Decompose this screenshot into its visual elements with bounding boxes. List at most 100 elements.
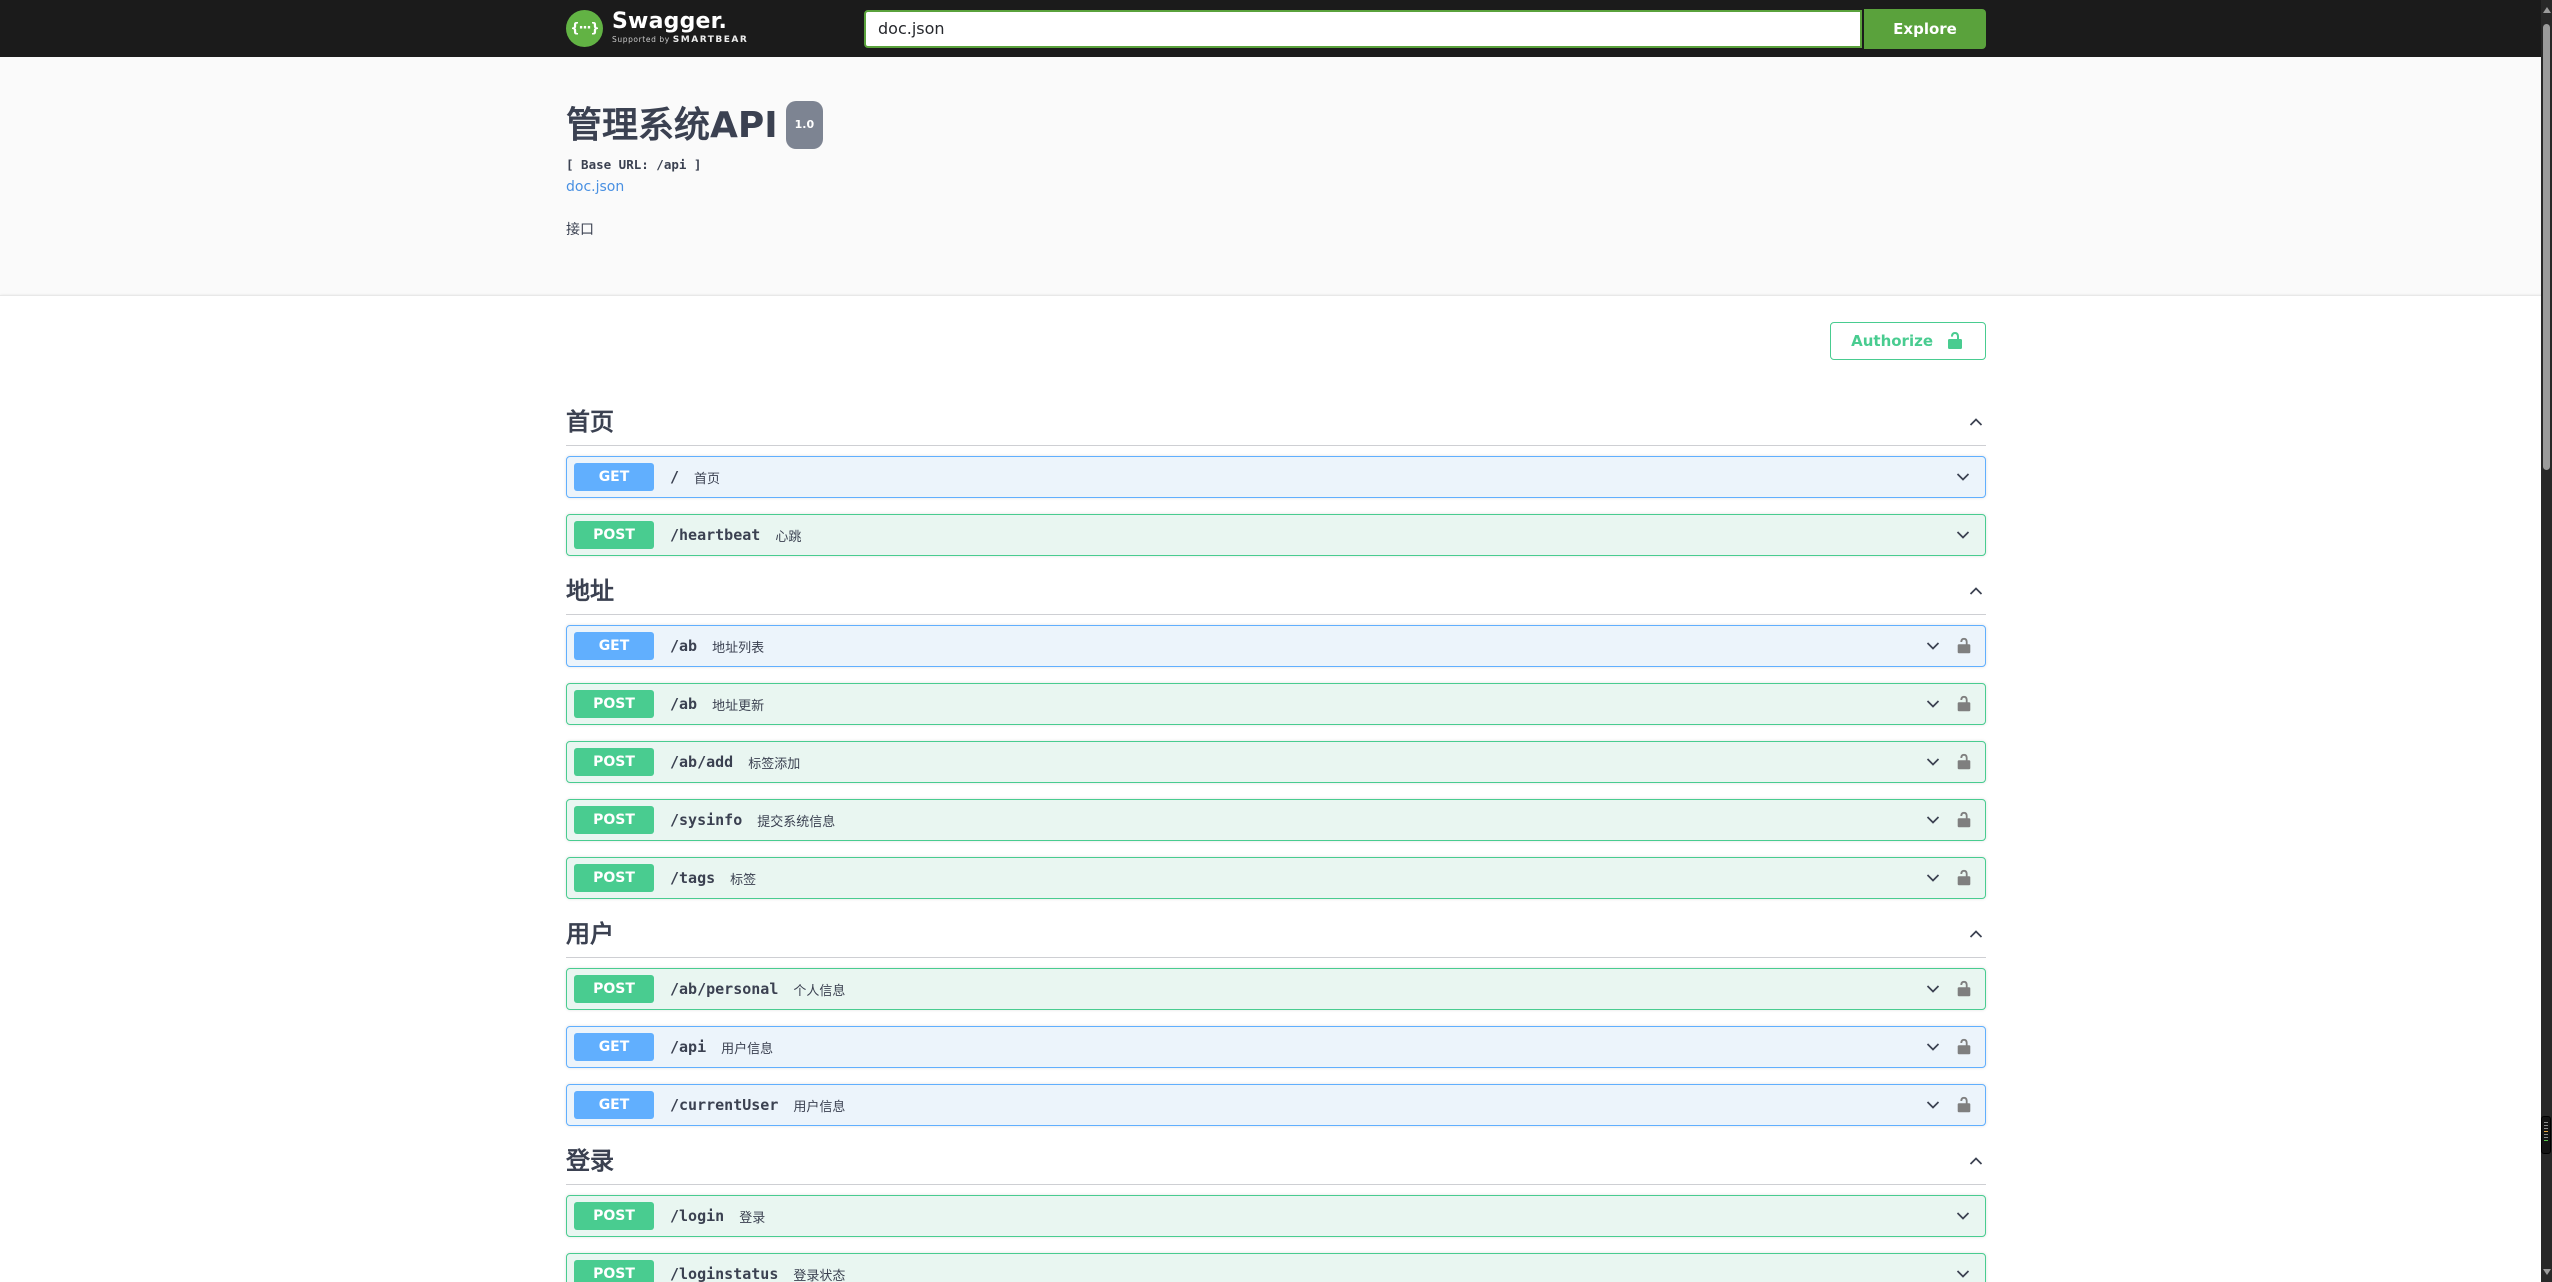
method-badge: GET	[574, 632, 654, 660]
lock-icon[interactable]	[1955, 753, 1973, 771]
api-tag-section: 首页 GET / 首页 POST/heartbeat 心跳	[566, 407, 1986, 556]
chevron-up-icon[interactable]	[1966, 412, 1986, 432]
operation-path: /ab/personal	[670, 980, 779, 998]
method-badge: POST	[574, 1260, 654, 1282]
chevron-down-icon[interactable]	[1923, 1037, 1943, 1057]
info-section: 管理系统API 1.0 [ Base URL: /api ] doc.json 接…	[0, 57, 2552, 295]
method-badge: POST	[574, 521, 654, 549]
operation-summary: 地址更新	[712, 698, 765, 714]
operation-summary: 用户信息	[721, 1041, 774, 1057]
topbar: {···} Swagger. Supported by SMARTBEAR Ex…	[0, 0, 2552, 57]
operation-path: /login	[670, 1207, 725, 1225]
operation-row[interactable]: GET / 首页	[566, 456, 1986, 498]
swagger-logo[interactable]: {···} Swagger. Supported by SMARTBEAR	[566, 10, 748, 47]
operation-row[interactable]: POST/heartbeat 心跳	[566, 514, 1986, 556]
operation-path: /ab	[670, 637, 698, 655]
operation-summary: 首页	[694, 471, 721, 487]
operation-path: /ab/add	[670, 753, 734, 771]
operation-row[interactable]: POST/loginstatus 登录状态	[566, 1253, 1986, 1282]
operation-row[interactable]: POST/login 登录	[566, 1195, 1986, 1237]
operation-summary: 登录	[739, 1210, 766, 1226]
spec-url-input[interactable]	[864, 9, 1862, 48]
method-badge: GET	[574, 463, 654, 491]
api-description: 接口	[566, 222, 594, 238]
api-tag-section: 登录 POST/login 登录 POST/loginstatus 登录状态	[566, 1146, 1986, 1282]
operation-path: /tags	[670, 869, 716, 887]
logo-title: Swagger.	[612, 9, 728, 34]
chevron-down-icon[interactable]	[1923, 979, 1943, 999]
method-badge: GET	[574, 1033, 654, 1061]
explore-button[interactable]: Explore	[1864, 8, 1986, 49]
operation-row[interactable]: GET/ab 地址列表	[566, 625, 1986, 667]
lock-icon[interactable]	[1955, 637, 1973, 655]
operation-path: /currentUser	[670, 1096, 779, 1114]
method-badge: POST	[574, 975, 654, 1003]
operation-summary: 提交系统信息	[757, 814, 836, 830]
method-badge: POST	[574, 690, 654, 718]
chevron-up-icon[interactable]	[1966, 1151, 1986, 1171]
scheme-container: Authorize	[0, 295, 2552, 385]
chevron-up-icon[interactable]	[1966, 924, 1986, 944]
operation-summary: 心跳	[775, 529, 802, 545]
chevron-down-icon[interactable]	[1923, 752, 1943, 772]
scrollbar-down-arrow-icon[interactable]	[2542, 1269, 2551, 1275]
lock-icon[interactable]	[1955, 1096, 1973, 1114]
chevron-down-icon[interactable]	[1923, 636, 1943, 656]
lock-icon[interactable]	[1955, 1038, 1973, 1056]
page-title: 管理系统API 1.0	[566, 101, 1986, 153]
scrollbar-up-arrow-icon[interactable]	[2542, 7, 2551, 13]
api-tag-section: 用户 POST/ab/personal 个人信息 GET/api 用户信息 GET/cur…	[566, 919, 1986, 1126]
operations-area: 首页 GET / 首页 POST/heartbeat 心跳地址 GET/ab 地址列表 POST…	[0, 385, 2552, 1282]
section-title: 登录	[566, 1147, 614, 1175]
scrollbar-thumb[interactable]	[2543, 24, 2550, 470]
lock-icon[interactable]	[1955, 869, 1973, 887]
method-badge: POST	[574, 806, 654, 834]
method-badge: POST	[574, 1202, 654, 1230]
chevron-down-icon[interactable]	[1923, 1095, 1943, 1115]
operation-summary: 个人信息	[793, 983, 846, 999]
operation-row[interactable]: POST/ab/add 标签添加	[566, 741, 1986, 783]
operations-root: 首页 GET / 首页 POST/heartbeat 心跳地址 GET/ab 地址列表 POST…	[546, 407, 2006, 1282]
chevron-down-icon[interactable]	[1953, 467, 1973, 487]
chevron-down-icon[interactable]	[1953, 1206, 1973, 1226]
scrollbar-track[interactable]	[2541, 0, 2552, 1282]
swagger-logo-icon: {···}	[566, 10, 603, 47]
section-header[interactable]: 用户	[566, 919, 1986, 958]
chevron-up-icon[interactable]	[1966, 581, 1986, 601]
section-title: 用户	[566, 920, 614, 948]
section-title: 地址	[566, 577, 614, 605]
operation-row[interactable]: GET/currentUser 用户信息	[566, 1084, 1986, 1126]
logo-tagline: Supported by SMARTBEAR	[612, 35, 749, 45]
chevron-down-icon[interactable]	[1923, 694, 1943, 714]
method-badge: POST	[574, 748, 654, 776]
operation-row[interactable]: POST/ab/personal 个人信息	[566, 968, 1986, 1010]
section-title: 首页	[566, 408, 614, 436]
method-badge: GET	[574, 1091, 654, 1119]
lock-icon[interactable]	[1955, 980, 1973, 998]
section-header[interactable]: 登录	[566, 1146, 1986, 1185]
chevron-down-icon[interactable]	[1953, 1264, 1973, 1282]
explore-form: Explore	[864, 8, 1986, 49]
chevron-down-icon[interactable]	[1953, 525, 1973, 545]
scrollbar-minimap	[2541, 1116, 2551, 1154]
operation-summary: 标签添加	[748, 756, 801, 772]
section-header[interactable]: 地址	[566, 576, 1986, 615]
chevron-down-icon[interactable]	[1923, 868, 1943, 888]
authorize-button[interactable]: Authorize	[1830, 321, 1986, 360]
chevron-down-icon[interactable]	[1923, 810, 1943, 830]
lock-icon[interactable]	[1955, 811, 1973, 829]
authorize-label: Authorize	[1851, 331, 1933, 350]
lock-icon[interactable]	[1955, 695, 1973, 713]
spec-link[interactable]: doc.json	[566, 179, 624, 195]
method-badge: POST	[574, 864, 654, 892]
operation-row[interactable]: POST/tags 标签	[566, 857, 1986, 899]
operation-row[interactable]: POST/sysinfo 提交系统信息	[566, 799, 1986, 841]
operation-row[interactable]: POST/ab 地址更新	[566, 683, 1986, 725]
operation-path: /loginstatus	[670, 1265, 779, 1282]
operation-path: /sysinfo	[670, 811, 743, 829]
operation-path: /	[670, 468, 680, 486]
api-tag-section: 地址 GET/ab 地址列表 POST/ab 地址更新 POST/ab/add 标签添加 PO…	[566, 576, 1986, 899]
section-header[interactable]: 首页	[566, 407, 1986, 446]
unlock-icon	[1945, 331, 1965, 351]
operation-row[interactable]: GET/api 用户信息	[566, 1026, 1986, 1068]
